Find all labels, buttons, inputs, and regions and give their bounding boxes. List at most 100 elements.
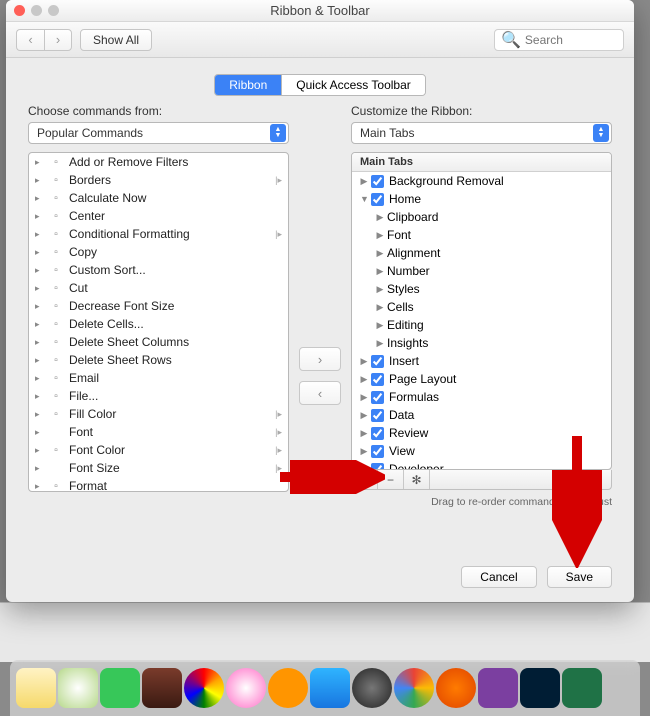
command-item[interactable]: ▸▫Custom Sort... xyxy=(29,261,288,279)
tab-quick-access[interactable]: Quick Access Toolbar xyxy=(281,75,425,95)
blank-icon xyxy=(49,461,63,475)
command-item[interactable]: ▸Font|▸ xyxy=(29,423,288,441)
commands-from-dropdown[interactable]: Popular Commands ▲▼ xyxy=(28,122,289,144)
tabs-header: Main Tabs xyxy=(352,153,611,172)
dock-app-icon[interactable] xyxy=(16,668,56,708)
email-icon: ▫ xyxy=(49,371,63,385)
command-item[interactable]: ▸▫Delete Cells... xyxy=(29,315,288,333)
command-item[interactable]: ▸▫Delete Sheet Rows xyxy=(29,351,288,369)
tab-checkbox[interactable] xyxy=(371,193,384,206)
sort-icon: ▫ xyxy=(49,263,63,277)
dock-app-icon[interactable] xyxy=(436,668,476,708)
ribbon-tab-item[interactable]: ▶Clipboard xyxy=(352,208,611,226)
tab-checkbox[interactable] xyxy=(371,391,384,404)
show-all-button[interactable]: Show All xyxy=(80,29,152,51)
ribbon-tab-item[interactable]: ▶Formulas xyxy=(352,388,611,406)
ribbon-tab-item[interactable]: Developer xyxy=(352,460,611,469)
command-item[interactable]: ▸Font Size|▸ xyxy=(29,459,288,477)
tab-checkbox[interactable] xyxy=(371,409,384,422)
dropdown-arrows-icon: ▲▼ xyxy=(270,124,286,142)
dock-app-icon[interactable] xyxy=(478,668,518,708)
command-item[interactable]: ▸▫Decrease Font Size xyxy=(29,297,288,315)
preferences-window: Ribbon & Toolbar ‹ › Show All 🔍 Ribbon Q… xyxy=(6,0,634,602)
dock-app-icon[interactable] xyxy=(352,668,392,708)
ribbon-tab-item[interactable]: ▶Page Layout xyxy=(352,370,611,388)
dock-app-icon[interactable] xyxy=(100,668,140,708)
center-icon: ▫ xyxy=(49,209,63,223)
tab-options-button[interactable]: ✻ xyxy=(404,470,430,489)
command-item[interactable]: ▸▫File... xyxy=(29,387,288,405)
save-button[interactable]: Save xyxy=(547,566,612,588)
cond-icon: ▫ xyxy=(49,227,63,241)
command-item[interactable]: ▸▫Borders|▸ xyxy=(29,171,288,189)
fontc-icon: ▫ xyxy=(49,443,63,457)
nav-forward-button[interactable]: › xyxy=(44,29,72,51)
tab-checkbox[interactable] xyxy=(371,355,384,368)
fontdn-icon: ▫ xyxy=(49,299,63,313)
cancel-button[interactable]: Cancel xyxy=(461,566,536,588)
ribbon-tab-item[interactable]: ▶Editing xyxy=(352,316,611,334)
ribbon-tab-item[interactable]: ▶Background Removal xyxy=(352,172,611,190)
command-item[interactable]: ▸▫Delete Sheet Columns xyxy=(29,333,288,351)
list-controls: + − ✻ xyxy=(351,470,612,490)
dock-app-icon[interactable] xyxy=(142,668,182,708)
dock-app-icon[interactable] xyxy=(58,668,98,708)
command-item[interactable]: ▸▫Center xyxy=(29,207,288,225)
ribbon-tabs-listbox[interactable]: Main Tabs ▶Background Removal▼Home▶Clipb… xyxy=(351,152,612,470)
ribbon-tab-item[interactable]: ▶Insights xyxy=(352,334,611,352)
ribbon-tab-item[interactable]: ▶Styles xyxy=(352,280,611,298)
command-item[interactable]: ▸▫Copy xyxy=(29,243,288,261)
dock-app-icon[interactable] xyxy=(520,668,560,708)
cut-icon: ▫ xyxy=(49,281,63,295)
ribbon-tab-item[interactable]: ▶Data xyxy=(352,406,611,424)
command-item[interactable]: ▸▫Conditional Formatting|▸ xyxy=(29,225,288,243)
command-item[interactable]: ▸▫Format xyxy=(29,477,288,491)
command-item[interactable]: ▸▫Calculate Now xyxy=(29,189,288,207)
ribbon-tab-item[interactable]: ▶View xyxy=(352,442,611,460)
add-command-button[interactable]: › xyxy=(299,347,341,371)
search-icon: 🔍 xyxy=(501,30,521,50)
customize-ribbon-dropdown[interactable]: Main Tabs ▲▼ xyxy=(351,122,612,144)
ribbon-tab-item[interactable]: ▶Number xyxy=(352,262,611,280)
command-item[interactable]: ▸▫Add or Remove Filters xyxy=(29,153,288,171)
blank-icon xyxy=(49,425,63,439)
command-item[interactable]: ▸▫Email xyxy=(29,369,288,387)
ribbon-tab-item[interactable]: ▼Home xyxy=(352,190,611,208)
titlebar: Ribbon & Toolbar xyxy=(6,0,634,22)
dock-app-icon[interactable] xyxy=(562,668,602,708)
dock-app-icon[interactable] xyxy=(394,668,434,708)
calc-icon: ▫ xyxy=(49,191,63,205)
window-title: Ribbon & Toolbar xyxy=(6,3,634,18)
ribbon-tab-item[interactable]: ▶Cells xyxy=(352,298,611,316)
tab-ribbon[interactable]: Ribbon xyxy=(215,75,281,95)
ribbon-tab-item[interactable]: ▶Review xyxy=(352,424,611,442)
tab-checkbox[interactable] xyxy=(371,175,384,188)
nav-back-button[interactable]: ‹ xyxy=(16,29,44,51)
command-item[interactable]: ▸▫Font Color|▸ xyxy=(29,441,288,459)
tab-checkbox[interactable] xyxy=(371,463,384,470)
ribbon-tab-item[interactable]: ▶Font xyxy=(352,226,611,244)
ribbon-tab-item[interactable]: ▶Alignment xyxy=(352,244,611,262)
tab-checkbox[interactable] xyxy=(371,373,384,386)
add-tab-button[interactable]: + xyxy=(352,470,378,489)
commands-listbox[interactable]: ▸▫Add or Remove Filters▸▫Borders|▸▸▫Calc… xyxy=(28,152,289,492)
dock-app-icon[interactable] xyxy=(310,668,350,708)
command-item[interactable]: ▸▫Fill Color|▸ xyxy=(29,405,288,423)
ribbon-tab-item[interactable]: ▶Insert xyxy=(352,352,611,370)
tab-checkbox[interactable] xyxy=(371,427,384,440)
remove-tab-button[interactable]: − xyxy=(378,470,404,489)
dock-app-icon[interactable] xyxy=(184,668,224,708)
segmented-control: Ribbon Quick Access Toolbar xyxy=(214,74,426,96)
dock-app-icon[interactable] xyxy=(226,668,266,708)
remove-command-button[interactable]: ‹ xyxy=(299,381,341,405)
search-input[interactable] xyxy=(525,33,615,47)
tab-checkbox[interactable] xyxy=(371,445,384,458)
command-item[interactable]: ▸▫Cut xyxy=(29,279,288,297)
search-field[interactable]: 🔍 xyxy=(494,29,624,51)
borders-icon: ▫ xyxy=(49,173,63,187)
filter-icon: ▫ xyxy=(49,155,63,169)
fill-icon: ▫ xyxy=(49,407,63,421)
fmt-icon: ▫ xyxy=(49,479,63,491)
reorder-hint: Drag to re-order commands within cust xyxy=(351,496,612,508)
dock-app-icon[interactable] xyxy=(268,668,308,708)
